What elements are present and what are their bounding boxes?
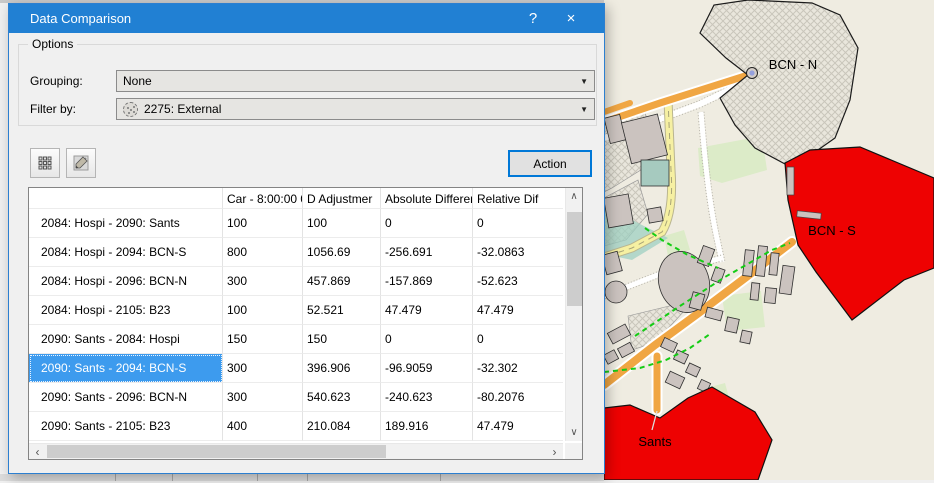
row-label-cell[interactable]: 2084: Hospi - 2094: BCN-S bbox=[29, 238, 223, 267]
zone-label-bcn-s: BCN - S bbox=[808, 223, 856, 238]
value-cell[interactable]: 300 bbox=[223, 267, 303, 296]
value-cell[interactable]: 1056.69 bbox=[303, 238, 381, 267]
action-button[interactable]: Action bbox=[508, 150, 592, 177]
zone-filter-icon bbox=[123, 102, 138, 117]
vertical-scrollbar[interactable]: ∧ ∨ bbox=[565, 188, 582, 441]
table-row[interactable]: 2090: Sants - 2084: Hospi 150 150 0 0 bbox=[29, 325, 563, 354]
value-cell[interactable]: 540.623 bbox=[303, 383, 381, 412]
row-label-cell[interactable]: 2090: Sants - 2096: BCN-N bbox=[29, 383, 223, 412]
value-cell[interactable]: 47.479 bbox=[473, 296, 563, 325]
table-header: Car - 8:00:00 01 D Adjustmer Absolute Di… bbox=[29, 188, 563, 209]
help-button[interactable]: ? bbox=[514, 4, 552, 33]
zone-label-sants: Sants bbox=[638, 434, 672, 449]
table-row[interactable]: 2084: Hospi - 2096: BCN-N 300 457.869 -1… bbox=[29, 267, 563, 296]
value-cell[interactable]: 150 bbox=[223, 325, 303, 354]
scroll-up-button[interactable]: ∧ bbox=[566, 188, 582, 205]
row-label-cell[interactable]: 2084: Hospi - 2105: B23 bbox=[29, 296, 223, 325]
value-cell[interactable]: 400 bbox=[223, 412, 303, 441]
value-cell[interactable]: 0 bbox=[381, 325, 473, 354]
action-button-label: Action bbox=[533, 157, 566, 171]
value-cell[interactable]: -32.0863 bbox=[473, 238, 563, 267]
value-cell[interactable]: 100 bbox=[303, 209, 381, 238]
column-header[interactable]: Absolute Difference bbox=[381, 188, 473, 209]
options-group-label: Options bbox=[28, 37, 77, 51]
filter-by-label: Filter by: bbox=[30, 98, 76, 120]
value-cell[interactable]: 52.521 bbox=[303, 296, 381, 325]
table-row[interactable]: 2090: Sants - 2105: B23 400 210.084 189.… bbox=[29, 412, 563, 441]
value-cell[interactable]: 210.084 bbox=[303, 412, 381, 441]
value-cell[interactable]: -256.691 bbox=[381, 238, 473, 267]
value-cell[interactable]: 189.916 bbox=[381, 412, 473, 441]
vertical-scroll-thumb[interactable] bbox=[567, 212, 582, 306]
table-row[interactable]: 2084: Hospi - 2105: B23 100 52.521 47.47… bbox=[29, 296, 563, 325]
filter-value: 2275: External bbox=[144, 102, 221, 116]
zone-label-bcn-n: BCN - N bbox=[769, 57, 817, 72]
scroll-right-button[interactable]: › bbox=[546, 444, 563, 459]
value-cell[interactable]: 300 bbox=[223, 383, 303, 412]
table-row-selected[interactable]: 2090: Sants - 2094: BCN-S 300 396.906 -9… bbox=[29, 354, 563, 383]
chevron-down-icon: ▼ bbox=[580, 106, 588, 114]
row-label-cell[interactable]: 2090: Sants - 2084: Hospi bbox=[29, 325, 223, 354]
map-view[interactable]: BCN - N BCN - S Sants bbox=[604, 0, 934, 480]
data-table: Car - 8:00:00 01 D Adjustmer Absolute Di… bbox=[28, 187, 583, 460]
value-cell[interactable]: 300 bbox=[223, 354, 303, 383]
horizontal-scroll-thumb[interactable] bbox=[47, 445, 386, 458]
value-cell[interactable]: 0 bbox=[473, 325, 563, 354]
matrix-view-button[interactable] bbox=[30, 148, 60, 178]
scroll-down-button[interactable]: ∨ bbox=[566, 424, 582, 441]
column-header[interactable]: D Adjustmer bbox=[303, 188, 381, 209]
map-canvas: BCN - N BCN - S Sants bbox=[604, 0, 934, 480]
grouping-label: Grouping: bbox=[30, 70, 83, 92]
row-label-cell[interactable]: 2084: Hospi - 2096: BCN-N bbox=[29, 267, 223, 296]
pencil-icon bbox=[73, 155, 89, 171]
table-row[interactable]: 2084: Hospi - 2090: Sants 100 100 0 0 bbox=[29, 209, 563, 238]
grouping-select[interactable]: None ▼ bbox=[116, 70, 595, 92]
value-cell[interactable]: 457.869 bbox=[303, 267, 381, 296]
value-cell[interactable]: -157.869 bbox=[381, 267, 473, 296]
close-button[interactable]: × bbox=[552, 4, 590, 33]
filter-by-select[interactable]: 2275: External ▼ bbox=[116, 98, 595, 120]
row-label-cell[interactable]: 2090: Sants - 2105: B23 bbox=[29, 412, 223, 441]
scroll-left-button[interactable]: ‹ bbox=[29, 444, 46, 459]
scrollbar-corner bbox=[565, 443, 582, 459]
column-header[interactable]: Relative Dif bbox=[473, 188, 563, 209]
column-header[interactable]: Car - 8:00:00 01 bbox=[223, 188, 303, 209]
value-cell[interactable]: 47.479 bbox=[473, 412, 563, 441]
row-label-cell[interactable]: 2084: Hospi - 2090: Sants bbox=[29, 209, 223, 238]
data-comparison-dialog: Data Comparison ? × Options Grouping: No… bbox=[8, 3, 605, 474]
row-label-cell[interactable]: 2090: Sants - 2094: BCN-S bbox=[29, 354, 223, 383]
edit-diagonal-button[interactable] bbox=[66, 148, 96, 178]
grouping-value: None bbox=[123, 74, 152, 88]
value-cell[interactable]: 100 bbox=[223, 296, 303, 325]
network-node[interactable] bbox=[747, 68, 758, 79]
grid-icon bbox=[38, 156, 52, 170]
value-cell[interactable]: 47.479 bbox=[381, 296, 473, 325]
value-cell[interactable]: -240.623 bbox=[381, 383, 473, 412]
titlebar[interactable]: Data Comparison ? × bbox=[9, 4, 604, 33]
value-cell[interactable]: 150 bbox=[303, 325, 381, 354]
table-row[interactable]: 2090: Sants - 2096: BCN-N 300 540.623 -2… bbox=[29, 383, 563, 412]
value-cell[interactable]: 396.906 bbox=[303, 354, 381, 383]
value-cell[interactable]: -96.9059 bbox=[381, 354, 473, 383]
dialog-title: Data Comparison bbox=[9, 11, 514, 26]
value-cell[interactable]: 0 bbox=[473, 209, 563, 238]
value-cell[interactable]: -52.623 bbox=[473, 267, 563, 296]
value-cell[interactable]: 800 bbox=[223, 238, 303, 267]
column-header[interactable] bbox=[29, 188, 223, 209]
value-cell[interactable]: -32.302 bbox=[473, 354, 563, 383]
value-cell[interactable]: 100 bbox=[223, 209, 303, 238]
value-cell[interactable]: 0 bbox=[381, 209, 473, 238]
horizontal-scrollbar[interactable]: ‹ › bbox=[29, 443, 563, 459]
value-cell[interactable]: -80.2076 bbox=[473, 383, 563, 412]
table-row[interactable]: 2084: Hospi - 2094: BCN-S 800 1056.69 -2… bbox=[29, 238, 563, 267]
options-group: Options Grouping: None ▼ Filter by: 2275… bbox=[18, 44, 597, 126]
table-body: 2084: Hospi - 2090: Sants 100 100 0 0 20… bbox=[29, 209, 563, 441]
chevron-down-icon: ▼ bbox=[580, 78, 588, 86]
